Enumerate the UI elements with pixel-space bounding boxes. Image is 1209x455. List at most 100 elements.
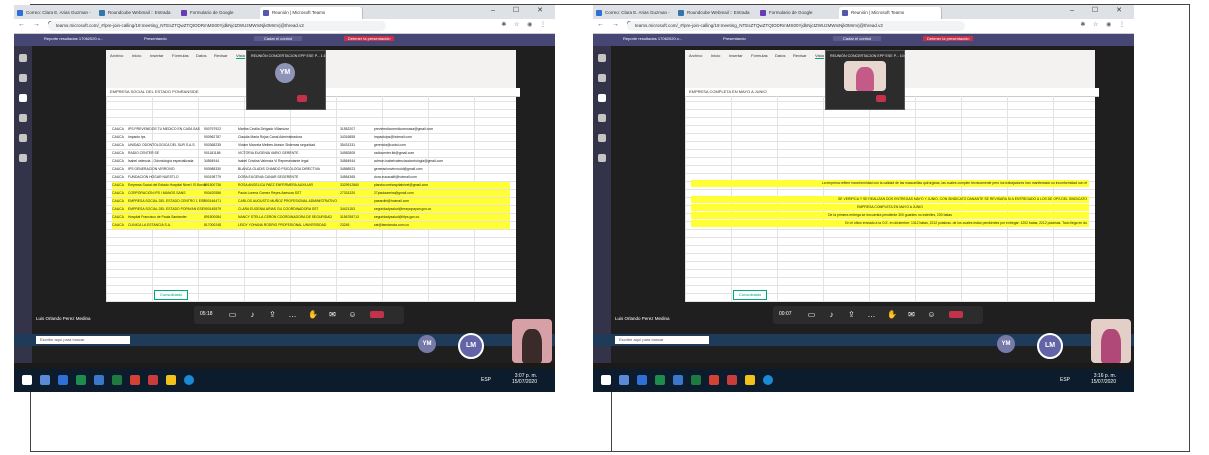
windows-start-icon[interactable] [601, 375, 611, 385]
share-icon[interactable]: ⇪ [268, 310, 277, 319]
calendar-icon[interactable] [598, 114, 606, 122]
table-cell[interactable]: CAUCA [112, 182, 124, 189]
chat-icon[interactable] [19, 74, 27, 82]
pdf-icon[interactable] [148, 375, 158, 385]
table-cell[interactable]: 891500084 [204, 214, 221, 221]
table-cell[interactable]: CAUCA [112, 150, 124, 157]
more-icon[interactable]: … [867, 310, 876, 319]
table-cell[interactable]: CAUCA [112, 190, 124, 197]
table-cell[interactable]: CARLOS AUGUSTO MUÑOZ PROFESIONAL ADMINIS… [238, 198, 337, 205]
table-row[interactable]: CAUCA Isabel valencia - Odontología espec… [112, 158, 510, 165]
edge-icon[interactable] [763, 375, 773, 385]
table-cell[interactable]: Hospital Francisco de Paula Santander [128, 214, 187, 221]
table-cell[interactable]: BLANCA GLADIS CHANDO PSICOLOGA DIRECTIVA [238, 166, 320, 173]
teams-icon[interactable] [598, 94, 606, 102]
table-cell[interactable]: 31552207 [340, 126, 355, 133]
word-icon[interactable] [673, 375, 683, 385]
table-row[interactable]: CAUCA FUNDACION HOGAR NUESTLO 900198779 DOR… [112, 174, 510, 181]
table-cell[interactable]: 34564365 [340, 174, 355, 181]
activity-icon[interactable] [598, 54, 606, 62]
window-controls[interactable]: – ☐ ✕ [491, 6, 551, 14]
chat-icon[interactable]: ✉ [907, 310, 916, 319]
table-row[interactable]: CAUCA UNIDAD ODONTOLOGICA DEL SUR S.A.S. 9… [112, 142, 510, 149]
hangup-button[interactable] [949, 311, 963, 318]
table-cell[interactable]: Isabel valencia - Odontología especializ… [128, 158, 193, 165]
table-cell[interactable]: Isabel Cristina Valencia Vi Representant… [238, 158, 308, 165]
table-cell[interactable]: 34421153 [340, 206, 355, 213]
table-cell[interactable]: CAUCA [112, 126, 124, 133]
language-indicator[interactable]: ESP [481, 377, 491, 383]
table-cell[interactable]: paeardirt@hotmail.com [374, 198, 409, 205]
table-row[interactable]: CAUCA EMPRESA SOCIAL DEL ESTADO CENTRO 1 … [112, 198, 510, 205]
excel2-icon[interactable] [691, 375, 701, 385]
table-cell[interactable]: 3329912660 [340, 182, 359, 189]
video-icon[interactable]: ▭ [807, 310, 816, 319]
folder-icon[interactable] [745, 375, 755, 385]
table-cell[interactable]: 3156788713 [340, 214, 359, 221]
table-cell[interactable]: Empresa Social del Estado Hospital Nivel… [128, 182, 206, 189]
teams-search[interactable]: Cadar el control [833, 36, 882, 41]
url-field[interactable]: teams.microsoft.com/_#/pre-join-calling/… [627, 21, 965, 31]
table-cell[interactable]: CAUCA [112, 174, 124, 181]
table-cell[interactable]: RADIO CENTER SE [128, 150, 159, 157]
files-icon[interactable] [19, 154, 27, 162]
powerpoint-icon[interactable] [709, 375, 719, 385]
chat-icon[interactable] [598, 74, 606, 82]
pdf-icon[interactable] [727, 375, 737, 385]
table-cell[interactable]: VICTORIA EUGENIA VARIO GERENTE [238, 150, 298, 157]
table-cell[interactable]: 34982805 [340, 150, 355, 157]
table-row[interactable]: CAUCA CORPORACION IPS I MANOS SANS 9004205… [112, 190, 510, 197]
table-cell[interactable]: 27paolaareira@gmail.com [374, 190, 414, 197]
activity-icon[interactable] [19, 54, 27, 62]
table-cell[interactable]: Claudia Maria Rojas Canal Administradora [238, 134, 302, 141]
more-icon[interactable]: … [288, 310, 297, 319]
browser-tab-active[interactable]: Reunión | Microsoft Teams [260, 7, 363, 19]
table-cell[interactable]: CAUCA [112, 206, 124, 213]
table-cell[interactable]: 900198779 [204, 174, 221, 181]
browser-tab[interactable]: Formulario de Google [757, 7, 850, 19]
table-cell[interactable]: 900988330 [204, 166, 221, 173]
table-cell[interactable]: LEIDY YOHANA RODRIG PROFESIONAL UNIVERSI… [238, 222, 326, 229]
table-cell[interactable]: 900420556 [204, 190, 221, 197]
table-cell[interactable]: previmedicomedicoencasa@gmail.com [374, 126, 433, 133]
table-cell[interactable]: 27331320 [340, 190, 355, 197]
table-cell[interactable]: CAUCA [112, 134, 124, 141]
mic-icon[interactable]: ♪ [827, 310, 836, 319]
table-cell[interactable]: CORPORACION IPS I MANOS SANS [128, 190, 185, 197]
excel-icon[interactable] [76, 375, 86, 385]
calendar-icon[interactable] [19, 114, 27, 122]
table-row[interactable]: CAUCA Impacto ips 900962787 Claudia Maria R… [112, 134, 510, 141]
stop-presenting-button[interactable]: Detener la presentación [923, 36, 974, 41]
hangup-button[interactable] [370, 311, 384, 318]
video-icon[interactable]: ▭ [228, 310, 237, 319]
hangup-button[interactable] [876, 95, 886, 102]
table-cell[interactable]: sst@laestancia.com.co [374, 222, 409, 229]
calls-icon[interactable] [19, 134, 27, 142]
search-input[interactable]: Escribe aquí para buscar [36, 336, 130, 344]
hangup-button[interactable] [297, 95, 307, 102]
table-cell[interactable]: CAUCA [112, 142, 124, 149]
table-cell[interactable]: 900962787 [204, 134, 221, 141]
table-cell[interactable]: CAUCA [112, 198, 124, 205]
word-icon[interactable] [94, 375, 104, 385]
table-cell[interactable]: admon.isabelvalenciaodontologia@gmail.co… [374, 158, 443, 165]
table-cell[interactable]: 34564944 [340, 158, 355, 165]
taskbar-clock[interactable]: 3:16 p. m. 15/07/2020 [1091, 373, 1116, 385]
table-cell[interactable]: seguridadysalud@hfps.gov.co [374, 214, 419, 221]
table-cell[interactable]: Impacto ips [128, 134, 145, 141]
stop-presenting-button[interactable]: Detener la presentación [344, 36, 395, 41]
folder-icon[interactable] [166, 375, 176, 385]
table-cell[interactable]: DORA EUGENIA CANAR SEGERENTE [238, 174, 298, 181]
table-cell[interactable]: radiocenter.ltd@gmail.com [374, 150, 414, 157]
table-cell[interactable]: CAUCA [112, 222, 124, 229]
table-cell[interactable]: IPS PREVENIDOS TU MEDICO EN CASA SAS [128, 126, 200, 133]
table-cell[interactable]: dora.eucacalif@hotmail.com [374, 174, 417, 181]
table-cell[interactable]: 34564944 [204, 158, 219, 165]
table-cell[interactable]: 35431331 [340, 142, 355, 149]
table-cell[interactable]: plandocumhospitalnivel@gmail.com [374, 182, 428, 189]
table-row[interactable]: CAUCA CLINICA LA ESTANCIA S.A. 817000248 LE… [112, 222, 510, 229]
table-cell[interactable]: CLINICA LA ESTANCIA S.A. [128, 222, 171, 229]
table-cell[interactable]: CAUCA [112, 166, 124, 173]
table-cell[interactable]: 817000248 [204, 222, 221, 229]
browser-tab[interactable]: Correo: Clara E. Arias Guzman - [593, 7, 686, 19]
